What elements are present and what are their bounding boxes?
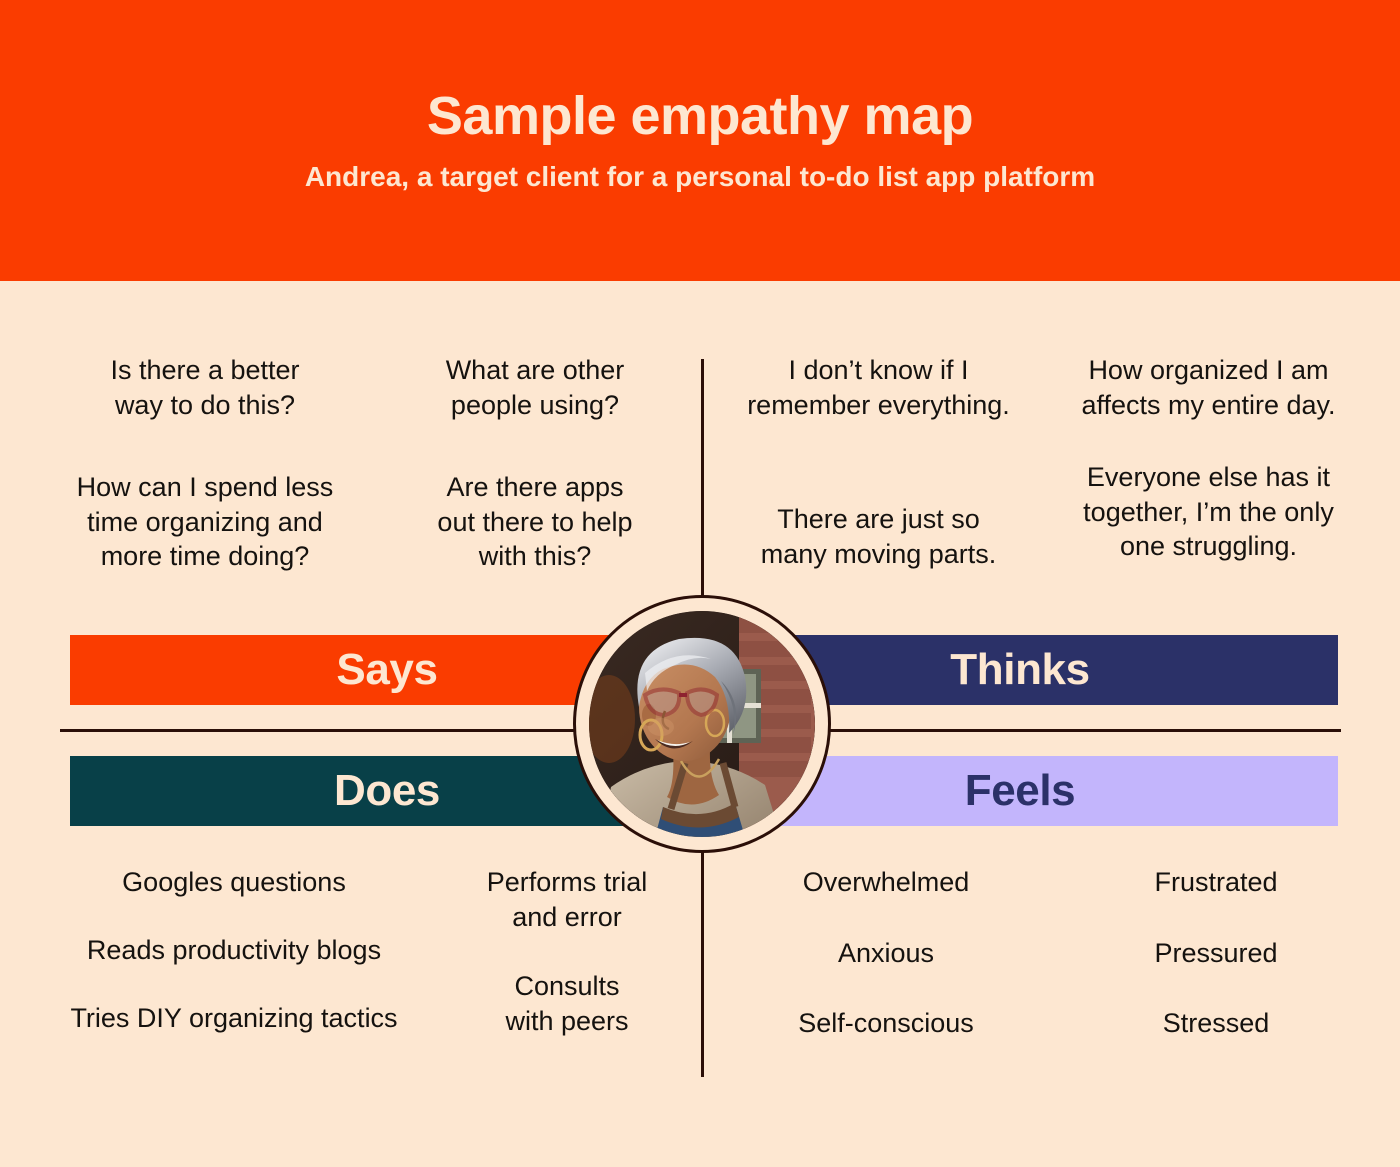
portrait-photo bbox=[589, 611, 815, 837]
page-subtitle: Andrea, a target client for a personal t… bbox=[304, 161, 1096, 193]
thinks-note: How organized I am affects my entire day… bbox=[1081, 355, 1336, 420]
does-label-text: Does bbox=[334, 766, 440, 815]
header-banner: Sample empathy map Andrea, a target clie… bbox=[0, 0, 1400, 281]
thinks-label-text: Thinks bbox=[950, 645, 1090, 694]
does-note: Tries DIY organizing tactics bbox=[70, 1003, 398, 1034]
says-note: What are other people using? bbox=[445, 355, 625, 420]
feels-note: Overwhelmed bbox=[802, 867, 970, 897]
does-note: Googles questions bbox=[122, 867, 346, 897]
feels-note: Frustrated bbox=[1154, 867, 1278, 897]
thinks-column-right: How organized I am affects my entire day… bbox=[1051, 353, 1366, 571]
feels-label-text: Feels bbox=[964, 766, 1076, 815]
says-column-right: What are other people using? Are there a… bbox=[370, 353, 700, 574]
says-label-text: Says bbox=[336, 645, 438, 694]
says-column-left: Is there a better way to do this? How ca… bbox=[40, 353, 370, 574]
persona-portrait bbox=[573, 595, 831, 853]
says-note: Are there apps out there to help with th… bbox=[437, 472, 633, 572]
feels-column-right: Frustrated Pressured Stressed bbox=[1066, 865, 1366, 1041]
feels-column-left: Overwhelmed Anxious Self-conscious bbox=[706, 865, 1066, 1041]
page-title: Sample empathy map bbox=[426, 85, 974, 146]
feels-note: Pressured bbox=[1154, 937, 1278, 968]
quadrant-does-notes: Googles questions Reads productivity blo… bbox=[34, 865, 700, 1038]
does-note: Performs trial and error bbox=[486, 867, 648, 932]
quadrant-thinks-notes: I don’t know if I remember everything. T… bbox=[706, 353, 1366, 571]
thinks-note: I don’t know if I remember everything. bbox=[747, 355, 1010, 420]
feels-note: Stressed bbox=[1162, 1008, 1270, 1039]
does-column-left: Googles questions Reads productivity blo… bbox=[34, 865, 434, 1038]
does-note: Consults with peers bbox=[505, 971, 629, 1036]
does-column-right: Performs trial and error Consults with p… bbox=[434, 865, 700, 1038]
says-note: How can I spend less time organizing and… bbox=[76, 472, 334, 572]
thinks-note: There are just so many moving parts. bbox=[760, 504, 997, 569]
quadrant-says-notes: Is there a better way to do this? How ca… bbox=[40, 353, 700, 574]
thinks-note: Everyone else has it together, I’m the o… bbox=[1083, 462, 1334, 562]
says-note: Is there a better way to do this? bbox=[110, 355, 300, 420]
empathy-map: Is there a better way to do this? How ca… bbox=[0, 281, 1400, 1167]
quadrant-feels-notes: Overwhelmed Anxious Self-conscious Frust… bbox=[706, 865, 1366, 1041]
does-note: Reads productivity blogs bbox=[86, 934, 382, 965]
feels-note: Anxious bbox=[837, 937, 935, 968]
thinks-column-left: I don’t know if I remember everything. T… bbox=[706, 353, 1051, 571]
feels-note: Self-conscious bbox=[798, 1008, 974, 1039]
